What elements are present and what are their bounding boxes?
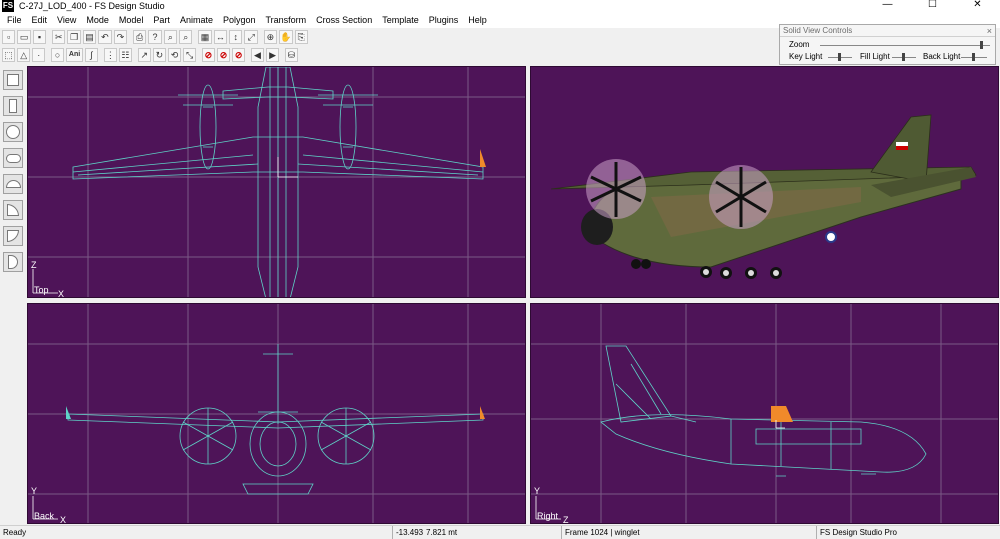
refresh-icon[interactable]: ⟲ xyxy=(167,47,182,62)
app-icon[interactable]: FS xyxy=(2,0,14,12)
top-view-wireframe xyxy=(28,67,525,297)
scale-icon[interactable]: ⤡ xyxy=(183,47,197,62)
close-button[interactable]: ✕ xyxy=(955,0,1000,12)
undo-icon[interactable]: ↶ xyxy=(98,29,112,44)
zoom-slider[interactable] xyxy=(820,39,990,51)
right-axis-gizmo xyxy=(535,496,561,520)
properties-icon[interactable]: ? xyxy=(148,29,162,44)
key-light-slider[interactable] xyxy=(828,51,852,63)
redo-icon[interactable]: ↷ xyxy=(113,29,128,44)
paste-icon[interactable]: ▤ xyxy=(82,29,97,44)
window-title: C-27J_LOD_400 - FS Design Studio xyxy=(19,1,165,11)
fit-all-icon[interactable]: ⤢ xyxy=(244,29,258,44)
back-light-label: Back Light xyxy=(923,52,961,61)
back-view-wireframe xyxy=(28,304,525,523)
viewport-perspective[interactable] xyxy=(530,66,999,298)
bucket-icon[interactable]: ⛁ xyxy=(284,47,298,62)
zoom-in-icon[interactable]: ⌕ xyxy=(163,29,178,44)
menu-edit[interactable]: Edit xyxy=(27,12,53,28)
status-bar: Ready -13.493 7.821 mt Frame 1024 | wing… xyxy=(0,525,1000,539)
capsule-tool-icon[interactable] xyxy=(3,148,23,168)
status-product: FS Design Studio Pro xyxy=(816,526,1000,539)
cone-tool-icon[interactable] xyxy=(3,226,23,246)
viewport-top[interactable]: Z Top X xyxy=(27,66,526,298)
fit-vertical-icon[interactable]: ↕ xyxy=(229,29,243,44)
stop-icon[interactable]: ⊘ xyxy=(201,47,215,62)
tool-palette xyxy=(0,66,26,525)
zoom-label: Zoom xyxy=(789,40,810,49)
status-ready: Ready xyxy=(3,528,27,537)
edit-toolbar: ⬚ △ · ○ Ani ∫ ⋮ ☷ ↗ ↻ ⟲ ⤡ ⊘ ⊘ ⊘ ◀ ▶ ⛁ xyxy=(0,46,300,63)
menu-view[interactable]: View xyxy=(52,12,81,28)
prev-frame-icon[interactable]: ◀ xyxy=(250,47,264,62)
rotate-icon[interactable]: ↻ xyxy=(152,47,166,62)
zoom-row: Zoom xyxy=(789,39,809,51)
sphere-tool-icon[interactable] xyxy=(3,122,23,142)
dome-tool-icon[interactable] xyxy=(3,174,23,194)
link-icon[interactable]: ⎘ xyxy=(294,29,308,44)
menu-file[interactable]: File xyxy=(2,12,27,28)
key-light-label: Key Light xyxy=(789,52,823,61)
panel-title: Solid View Controls xyxy=(780,25,995,37)
stop-3-icon[interactable]: ⊘ xyxy=(232,47,246,62)
minimize-button[interactable]: — xyxy=(865,0,910,12)
new-file-icon[interactable]: ▫ xyxy=(2,29,16,44)
top-axis-gizmo xyxy=(32,269,58,294)
bend-tool-icon[interactable] xyxy=(3,200,23,220)
fill-light-slider-thumb[interactable] xyxy=(902,53,905,61)
move-icon[interactable]: ⊕ xyxy=(263,29,278,44)
maximize-button[interactable]: ☐ xyxy=(910,0,955,12)
spline-icon[interactable]: ∫ xyxy=(84,47,99,62)
status-frame: Frame 1024 | winglet xyxy=(561,526,816,539)
copy-icon[interactable]: ❐ xyxy=(67,29,81,44)
menu-help[interactable]: Help xyxy=(463,12,492,28)
grid-dots-icon[interactable]: ⋮ xyxy=(103,47,117,62)
solid-view-controls-panel: Solid View Controls × Zoom Key Light Fil… xyxy=(779,24,996,65)
right-view-wireframe xyxy=(531,304,998,523)
menu-part[interactable]: Part xyxy=(148,12,175,28)
fit-horizontal-icon[interactable]: ↔ xyxy=(213,29,228,44)
stop-2-icon[interactable]: ⊘ xyxy=(216,47,231,62)
save-icon[interactable]: ▪ xyxy=(32,29,47,44)
back-light-slider[interactable] xyxy=(961,51,987,63)
status-coord-y: 7.821 mt xyxy=(426,528,458,537)
menu-mode[interactable]: Mode xyxy=(81,12,114,28)
viewport-back[interactable]: Y Back X xyxy=(27,303,526,524)
zoom-out-icon[interactable]: ⌕ xyxy=(179,29,193,44)
zoom-slider-thumb[interactable] xyxy=(980,41,983,49)
menu-template[interactable]: Template xyxy=(377,12,424,28)
fill-light-slider[interactable] xyxy=(892,51,916,63)
select-icon[interactable]: ⬚ xyxy=(2,47,16,62)
pan-icon[interactable]: ✋ xyxy=(279,29,293,44)
rotate-left-icon[interactable]: ↗ xyxy=(137,47,151,62)
menu-polygon[interactable]: Polygon xyxy=(218,12,261,28)
menu-transform[interactable]: Transform xyxy=(261,12,312,28)
viewport-right[interactable]: Y Right Z xyxy=(530,303,999,524)
half-cylinder-tool-icon[interactable] xyxy=(3,252,23,272)
menu-model[interactable]: Model xyxy=(114,12,149,28)
key-light-slider-thumb[interactable] xyxy=(838,53,841,61)
open-file-icon[interactable]: ▭ xyxy=(17,29,31,44)
triangle-icon[interactable]: △ xyxy=(17,47,31,62)
ani-icon[interactable]: Ani xyxy=(66,47,83,62)
menu-cross-section[interactable]: Cross Section xyxy=(311,12,377,28)
menu-animate[interactable]: Animate xyxy=(175,12,218,28)
title-bar: FS C-27J_LOD_400 - FS Design Studio — ☐ … xyxy=(0,0,1000,12)
grid-icon[interactable]: ▦ xyxy=(198,29,212,44)
perspective-render xyxy=(550,114,977,279)
fill-light-label: Fill Light xyxy=(860,52,890,61)
circle-icon[interactable]: ○ xyxy=(51,47,65,62)
back-axis-gizmo xyxy=(32,496,58,520)
box-tool-icon[interactable] xyxy=(3,70,23,90)
print-icon[interactable]: ⎙ xyxy=(132,29,147,44)
panel-close-icon[interactable]: × xyxy=(987,25,992,37)
cylinder-tool-icon[interactable] xyxy=(3,96,23,116)
menu-plugins[interactable]: Plugins xyxy=(424,12,464,28)
point-icon[interactable]: · xyxy=(32,47,46,62)
back-light-slider-thumb[interactable] xyxy=(972,53,975,61)
main-toolbar: ▫ ▭ ▪ ✂ ❐ ▤ ↶ ↷ ⎙ ? ⌕ ⌕ ▦ ↔ ↕ ⤢ ⊕ ✋ ⎘ xyxy=(0,28,310,45)
next-frame-icon[interactable]: ▶ xyxy=(265,47,280,62)
edit-grid-icon[interactable]: ☷ xyxy=(118,47,132,62)
cut-icon[interactable]: ✂ xyxy=(52,29,66,44)
